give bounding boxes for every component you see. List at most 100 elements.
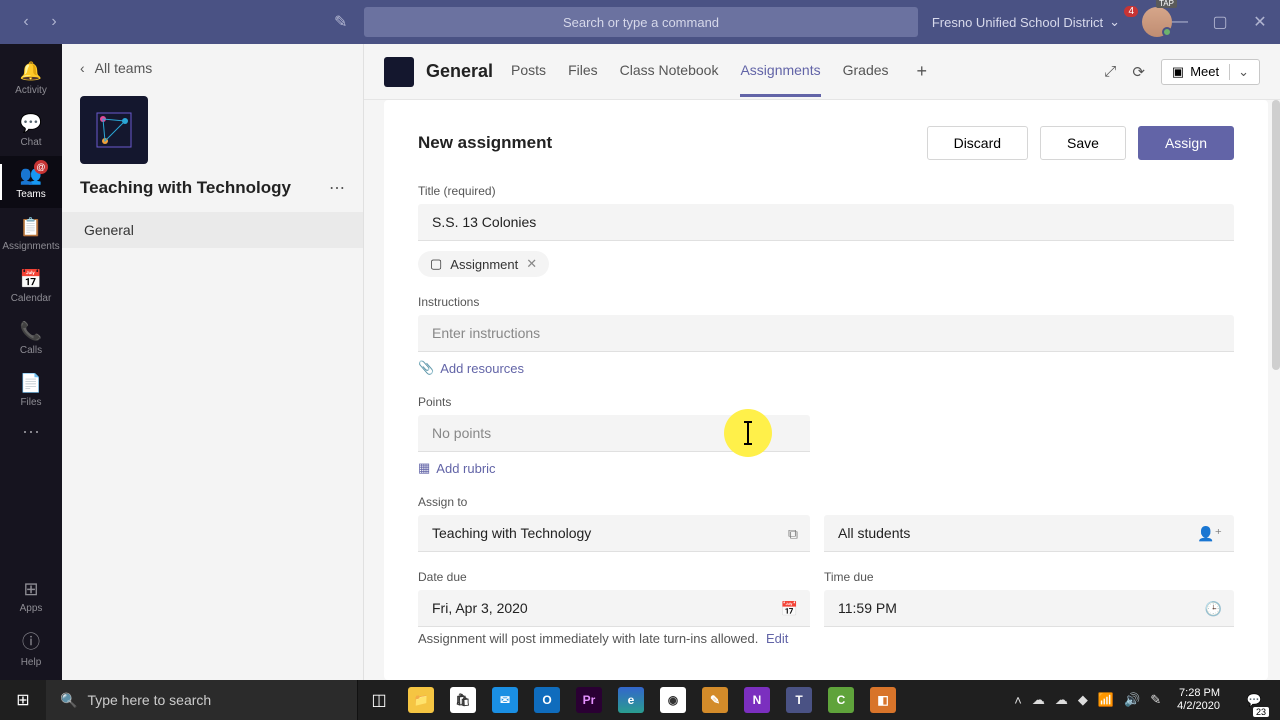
tray-pen-icon[interactable]: ✎ bbox=[1150, 692, 1161, 708]
windows-taskbar: ⊞ 🔍 Type here to search ◫ 📁 🛍 ✉ O Pr e ◉… bbox=[0, 680, 1280, 720]
compose-icon[interactable]: ✎ bbox=[334, 12, 347, 32]
channel-title: General bbox=[426, 61, 493, 82]
all-teams-link[interactable]: ‹ All teams bbox=[62, 44, 363, 92]
tab-assignments[interactable]: Assignments bbox=[740, 46, 820, 97]
org-switcher[interactable]: Fresno Unified School District ⌄ 4 bbox=[932, 14, 1120, 30]
rail-teams[interactable]: 👥Teams@ bbox=[0, 156, 62, 208]
channel-general[interactable]: General bbox=[62, 212, 363, 248]
tray-cloud-icon[interactable]: ☁ bbox=[1055, 692, 1068, 708]
tab-grades[interactable]: Grades bbox=[843, 46, 889, 97]
tray-chevron-icon[interactable]: ˄ bbox=[1014, 693, 1022, 708]
tb-edge[interactable]: e bbox=[610, 680, 652, 720]
add-resources-link[interactable]: 📎Add resources bbox=[418, 360, 524, 376]
rail-calendar[interactable]: 📅Calendar bbox=[0, 260, 62, 312]
tab-posts[interactable]: Posts bbox=[511, 46, 546, 97]
tag-remove[interactable]: ✕ bbox=[526, 256, 537, 272]
tb-premiere[interactable]: Pr bbox=[568, 680, 610, 720]
instructions-input[interactable] bbox=[418, 315, 1234, 352]
chevron-down-icon: ⌄ bbox=[1109, 14, 1120, 30]
attach-icon: 📎 bbox=[418, 360, 434, 376]
tb-explorer[interactable]: 📁 bbox=[400, 680, 442, 720]
tray-onedrive-icon[interactable]: ☁ bbox=[1032, 692, 1045, 708]
tab-class-notebook[interactable]: Class Notebook bbox=[620, 46, 719, 97]
file-icon: 📄 bbox=[20, 373, 42, 394]
search-input[interactable]: Search or type a command bbox=[364, 7, 918, 37]
rail-apps[interactable]: ⊞Apps bbox=[0, 570, 62, 622]
rail-chat[interactable]: 💬Chat bbox=[0, 104, 62, 156]
assign-button[interactable]: Assign bbox=[1138, 126, 1234, 160]
chevron-left-icon: ‹ bbox=[80, 60, 85, 76]
calendar-icon[interactable]: 📅 bbox=[781, 600, 798, 617]
meet-button[interactable]: ▣ Meet ⌄ bbox=[1161, 59, 1260, 85]
add-rubric-link[interactable]: ▦Add rubric bbox=[418, 460, 496, 476]
date-due-input[interactable] bbox=[418, 590, 810, 627]
tb-app1[interactable]: ✎ bbox=[694, 680, 736, 720]
tb-onenote[interactable]: N bbox=[736, 680, 778, 720]
window-close[interactable]: ✕ bbox=[1240, 0, 1280, 44]
phone-icon: 📞 bbox=[20, 321, 42, 342]
all-teams-label: All teams bbox=[95, 60, 153, 76]
tab-add-button[interactable]: + bbox=[917, 61, 928, 82]
rail-assignments[interactable]: 📋Assignments bbox=[0, 208, 62, 260]
help-icon: ⓘ bbox=[22, 628, 40, 654]
nav-back[interactable]: ‹ bbox=[14, 10, 38, 34]
team-more-button[interactable]: ⋯ bbox=[329, 178, 345, 198]
task-view[interactable]: ◫ bbox=[358, 680, 400, 720]
tray-app-icon[interactable]: ◆ bbox=[1078, 692, 1088, 708]
reload-icon[interactable]: ⟳ bbox=[1132, 63, 1145, 81]
assignment-form-card: New assignment Discard Save Assign Title… bbox=[384, 100, 1268, 680]
tray-wifi-icon[interactable]: 📶 bbox=[1098, 692, 1114, 708]
rail-calls[interactable]: 📞Calls bbox=[0, 312, 62, 364]
tray-volume-icon[interactable]: 🔊 bbox=[1124, 692, 1140, 708]
time-due-input[interactable] bbox=[824, 590, 1234, 627]
points-input[interactable] bbox=[418, 415, 810, 452]
assign-class-input[interactable] bbox=[418, 515, 810, 552]
tb-store[interactable]: 🛍 bbox=[442, 680, 484, 720]
discard-button[interactable]: Discard bbox=[927, 126, 1028, 160]
save-button[interactable]: Save bbox=[1040, 126, 1126, 160]
rail-more[interactable]: ⋯ bbox=[22, 422, 40, 443]
taskbar-search[interactable]: 🔍 Type here to search bbox=[46, 680, 358, 720]
expand-icon[interactable]: ⤢ bbox=[1104, 63, 1116, 80]
copy-icon[interactable]: ⧉ bbox=[788, 525, 798, 542]
assign-students-input[interactable] bbox=[824, 515, 1234, 552]
tb-outlook[interactable]: O bbox=[526, 680, 568, 720]
title-bar: ‹ › ✎ Search or type a command Fresno Un… bbox=[0, 0, 1280, 44]
tb-teams[interactable]: T bbox=[778, 680, 820, 720]
badge-icon: @ bbox=[34, 160, 48, 174]
tb-mail[interactable]: ✉ bbox=[484, 680, 526, 720]
form-heading: New assignment bbox=[418, 133, 552, 153]
notification-icon: 💬 bbox=[1247, 693, 1262, 707]
rail-help[interactable]: ⓘHelp bbox=[0, 622, 62, 674]
rail-activity[interactable]: 🔔Activity bbox=[0, 52, 62, 104]
taskbar-clock[interactable]: 7:28 PM 4/2/2020 bbox=[1171, 687, 1226, 712]
title-label: Title (required) bbox=[418, 184, 1234, 198]
calendar-icon: 📅 bbox=[20, 269, 42, 290]
window-maximize[interactable]: ▢ bbox=[1200, 0, 1240, 44]
org-label: Fresno Unified School District bbox=[932, 15, 1103, 30]
title-input[interactable] bbox=[418, 204, 1234, 241]
assignments-icon: 📋 bbox=[20, 217, 42, 238]
scrollbar-thumb[interactable] bbox=[1272, 100, 1280, 370]
category-tag[interactable]: ▢ Assignment ✕ bbox=[418, 251, 549, 277]
tb-chrome[interactable]: ◉ bbox=[652, 680, 694, 720]
team-icon-small bbox=[384, 57, 414, 87]
chevron-down-icon[interactable]: ⌄ bbox=[1229, 64, 1249, 80]
app-rail: 🔔Activity 💬Chat 👥Teams@ 📋Assignments 📅Ca… bbox=[0, 44, 62, 680]
nav-forward[interactable]: › bbox=[42, 10, 66, 34]
tab-files[interactable]: Files bbox=[568, 46, 598, 97]
tb-camtasia[interactable]: C bbox=[820, 680, 862, 720]
apps-icon: ⊞ bbox=[23, 579, 38, 600]
tb-app2[interactable]: ◧ bbox=[862, 680, 904, 720]
search-icon: 🔍 bbox=[60, 692, 77, 709]
notification-center[interactable]: 💬 23 bbox=[1236, 680, 1272, 720]
edit-link[interactable]: Edit bbox=[766, 631, 788, 646]
rail-files[interactable]: 📄Files bbox=[0, 364, 62, 416]
start-button[interactable]: ⊞ bbox=[0, 680, 46, 720]
window-minimize[interactable]: — bbox=[1160, 0, 1200, 44]
team-logo[interactable] bbox=[80, 96, 148, 164]
time-due-label: Time due bbox=[824, 570, 1234, 584]
assign-to-label: Assign to bbox=[418, 495, 1234, 509]
add-person-icon[interactable]: 👤⁺ bbox=[1197, 525, 1222, 542]
clock-icon[interactable]: 🕒 bbox=[1205, 600, 1222, 617]
